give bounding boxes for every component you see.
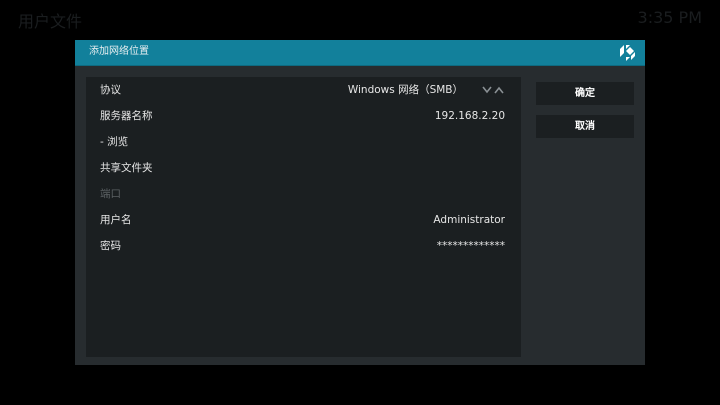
username-value: Administrator	[433, 214, 505, 226]
add-network-location-dialog: 添加网络位置 协议 Windows 网络（SMB） 服务器名称 192.168.…	[75, 40, 645, 365]
ok-button[interactable]: 确定	[536, 82, 634, 105]
shared-folder-label: 共享文件夹	[100, 162, 153, 174]
setting-row-port: 端口	[86, 181, 521, 207]
kodi-logo-icon	[620, 45, 635, 61]
cancel-button[interactable]: 取消	[536, 115, 634, 138]
background-title: 用户文件	[18, 12, 83, 31]
browse-label: - 浏览	[100, 136, 129, 148]
protocol-value: Windows 网络（SMB）	[347, 84, 463, 96]
server-name-value: 192.168.2.20	[434, 110, 505, 122]
dialog-title: 添加网络位置	[89, 46, 149, 57]
setting-row-server-name[interactable]: 服务器名称 192.168.2.20	[86, 103, 521, 129]
setting-row-browse[interactable]: - 浏览	[86, 129, 521, 155]
settings-list: 协议 Windows 网络（SMB） 服务器名称 192.168.2.20 - …	[86, 77, 521, 357]
screen: 用户文件 3:35 PM 添加网络位置 协议 Windows 网络（SMB） 服…	[0, 0, 720, 405]
password-label: 密码	[100, 240, 121, 252]
setting-row-username[interactable]: 用户名 Administrator	[86, 207, 521, 233]
spinner-arrows-icon[interactable]	[481, 85, 507, 95]
background-clock: 3:35 PM	[637, 8, 702, 27]
password-value: *************	[436, 240, 505, 252]
setting-row-protocol[interactable]: 协议 Windows 网络（SMB）	[86, 77, 521, 103]
protocol-label: 协议	[100, 84, 121, 96]
setting-row-password[interactable]: 密码 *************	[86, 233, 521, 259]
username-label: 用户名	[100, 214, 132, 226]
port-label: 端口	[100, 188, 121, 200]
server-name-label: 服务器名称	[100, 110, 153, 122]
setting-row-shared-folder[interactable]: 共享文件夹	[86, 155, 521, 181]
dialog-header: 添加网络位置	[75, 40, 645, 66]
